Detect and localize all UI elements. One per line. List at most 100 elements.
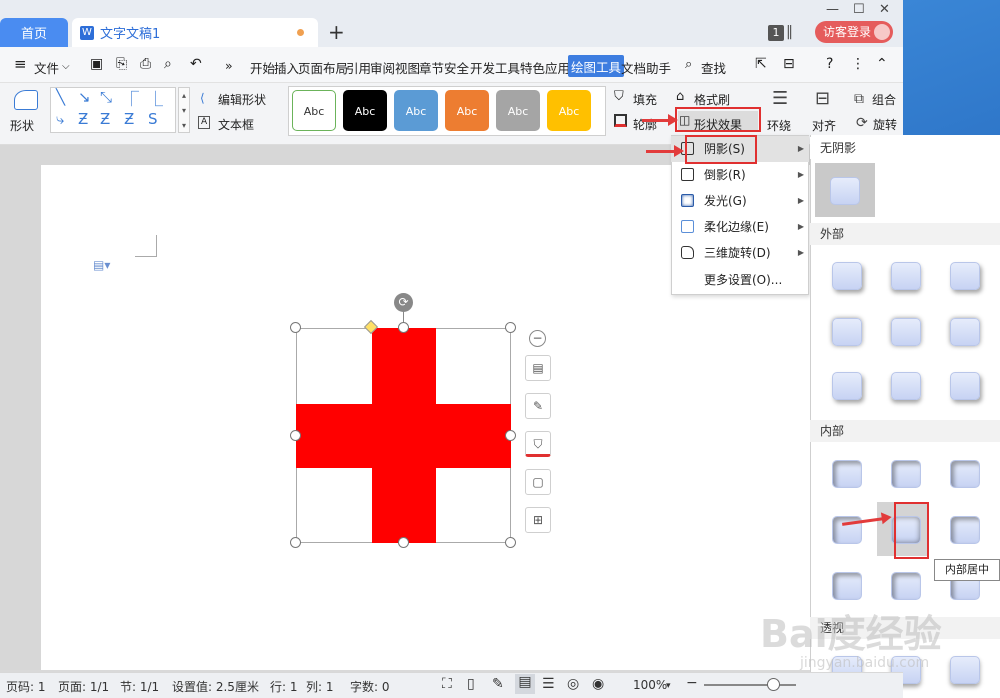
status-page-number[interactable]: 页码: 1	[6, 678, 46, 695]
guest-login-button[interactable]: 访客登录	[815, 21, 893, 43]
outer-shadow-option[interactable]	[832, 318, 862, 346]
outer-shadow-option[interactable]	[891, 262, 921, 290]
status-pages[interactable]: 页面: 1/1	[58, 678, 109, 695]
more-options-icon[interactable]: ⋮	[851, 56, 865, 72]
chevron-down-icon[interactable]: ⌵	[62, 61, 70, 72]
paragraph-layout-icon[interactable]: ▤▾	[93, 258, 110, 272]
menu-reflection[interactable]: 倒影(R) ▶	[671, 162, 809, 188]
search-button[interactable]: 查找	[701, 58, 726, 77]
fill-bucket-icon[interactable]: ⛉	[525, 431, 551, 457]
inner-shadow-option[interactable]	[891, 572, 921, 600]
resize-handle-br[interactable]	[505, 537, 516, 548]
menu-developer[interactable]: 开发工具	[470, 58, 520, 77]
inner-shadow-option[interactable]	[891, 460, 921, 488]
outline-style-icon[interactable]: ▢	[525, 469, 551, 495]
web-view-icon[interactable]: ◎	[567, 676, 579, 692]
rotate-button[interactable]: 旋转	[873, 116, 897, 133]
style-preset-4[interactable]: Abc	[445, 90, 489, 131]
menu-view[interactable]: 视图	[395, 58, 420, 77]
outer-shadow-option[interactable]	[950, 318, 980, 346]
collapse-toolbar-icon[interactable]: −	[529, 330, 546, 347]
s-curve-icon[interactable]: S	[148, 110, 158, 128]
style-preset-1[interactable]: Abc	[292, 90, 336, 131]
pen-icon[interactable]: ✎	[492, 676, 504, 692]
eye-protection-icon[interactable]: ◉	[592, 676, 604, 692]
tab-home[interactable]: 首页	[0, 18, 68, 47]
status-row[interactable]: 行: 1	[270, 678, 298, 695]
status-word-count[interactable]: 字数: 0	[350, 678, 390, 695]
resize-handle-tl[interactable]	[290, 322, 301, 333]
menu-start[interactable]: 开始	[250, 58, 275, 77]
minimize-button[interactable]: —	[826, 2, 839, 17]
share-icon[interactable]: ⇱	[755, 56, 767, 72]
search-icon[interactable]: ⌕	[685, 57, 692, 72]
elbow-double-arrow-icon[interactable]: ⤷	[56, 110, 64, 128]
fill-button[interactable]: 填充	[633, 91, 657, 108]
wrap-button[interactable]: 环绕	[767, 117, 791, 134]
menu-more-settings[interactable]: 更多设置(O)...	[671, 267, 809, 293]
preview-icon[interactable]: ⌕	[164, 56, 172, 72]
more-menu-icon[interactable]: »	[225, 58, 233, 73]
curve-connector-icon[interactable]: Ƶ	[78, 110, 88, 128]
layout-options-icon[interactable]: ▤	[525, 355, 551, 381]
group-button[interactable]: 组合	[872, 91, 896, 108]
perspective-shadow-option[interactable]	[950, 656, 980, 684]
shape-icon[interactable]	[14, 90, 38, 110]
rotate-handle-icon[interactable]: ⟳	[394, 293, 413, 312]
style-preset-3[interactable]: Abc	[394, 90, 438, 131]
textbox-button[interactable]: 文本框	[218, 116, 254, 133]
line-shape-icon[interactable]: ╲	[56, 88, 65, 106]
inner-shadow-option[interactable]	[832, 572, 862, 600]
resize-handle-t[interactable]	[398, 322, 409, 333]
style-preset-2[interactable]: Abc	[343, 90, 387, 131]
edit-shape-button[interactable]: 编辑形状	[218, 91, 266, 108]
double-arrow-line-icon[interactable]: ⤡	[100, 88, 112, 106]
status-column[interactable]: 列: 1	[306, 678, 334, 695]
page-view-icon[interactable]: ▤	[515, 674, 535, 694]
toolbar-options-icon[interactable]: ⊟	[783, 56, 795, 72]
outer-shadow-option[interactable]	[950, 262, 980, 290]
hamburger-icon[interactable]: ≡	[14, 55, 27, 73]
zoom-slider-handle[interactable]	[767, 678, 780, 691]
outer-shadow-option[interactable]	[891, 372, 921, 400]
reading-mode-icon[interactable]: ▯	[467, 676, 475, 692]
status-setting-value[interactable]: 设置值: 2.5厘米	[172, 678, 259, 695]
export-icon[interactable]: ⎘	[116, 56, 127, 72]
brush-icon[interactable]: ✎	[525, 393, 551, 419]
maximize-button[interactable]: ☐	[853, 2, 865, 17]
menu-insert[interactable]: 插入	[274, 58, 299, 77]
tab-document[interactable]: W 文字文稿1	[72, 18, 318, 47]
outline-view-icon[interactable]: ☰	[542, 676, 555, 692]
menu-drawing-tools[interactable]: 绘图工具	[568, 55, 625, 77]
red-cross-shape-horizontal[interactable]	[296, 404, 511, 468]
outer-shadow-option[interactable]	[832, 262, 862, 290]
menu-doc-assistant[interactable]: 文档助手	[621, 58, 671, 77]
zoom-dropdown-icon[interactable]: ▾	[666, 681, 671, 691]
arrow-line-icon[interactable]: ↘	[78, 88, 91, 106]
resize-handle-bl[interactable]	[290, 537, 301, 548]
menu-file[interactable]: 文件	[34, 58, 59, 77]
zoom-out-icon[interactable]: −	[686, 675, 698, 691]
align-button[interactable]: 对齐	[812, 117, 836, 134]
gallery-scroll[interactable]: ▴ ▾ ▾	[178, 87, 190, 133]
inner-shadow-option[interactable]	[832, 460, 862, 488]
status-section[interactable]: 节: 1/1	[120, 678, 159, 695]
print-icon[interactable]: ⎙	[140, 56, 151, 72]
resize-handle-r[interactable]	[505, 430, 516, 441]
elbow-arrow-icon[interactable]: ⎿	[148, 88, 163, 109]
new-tab-button[interactable]: +	[328, 20, 345, 44]
undo-icon[interactable]: ↶	[190, 56, 202, 72]
outer-shadow-option[interactable]	[891, 318, 921, 346]
curve-arrow-icon[interactable]: Ƶ	[100, 110, 110, 128]
window-list-icon[interactable]: ‖	[786, 24, 793, 40]
save-icon[interactable]: ▣	[90, 56, 103, 72]
collapse-ribbon-icon[interactable]: ⌃	[876, 56, 888, 72]
resize-handle-l[interactable]	[290, 430, 301, 441]
fullscreen-icon[interactable]: ⛶	[442, 676, 452, 692]
menu-references[interactable]: 引用	[346, 58, 371, 77]
close-button[interactable]: ✕	[879, 2, 890, 17]
window-count-badge[interactable]: 1	[768, 25, 784, 41]
help-icon[interactable]: ?	[826, 56, 833, 72]
outer-shadow-option[interactable]	[950, 372, 980, 400]
resize-handle-tr[interactable]	[505, 322, 516, 333]
